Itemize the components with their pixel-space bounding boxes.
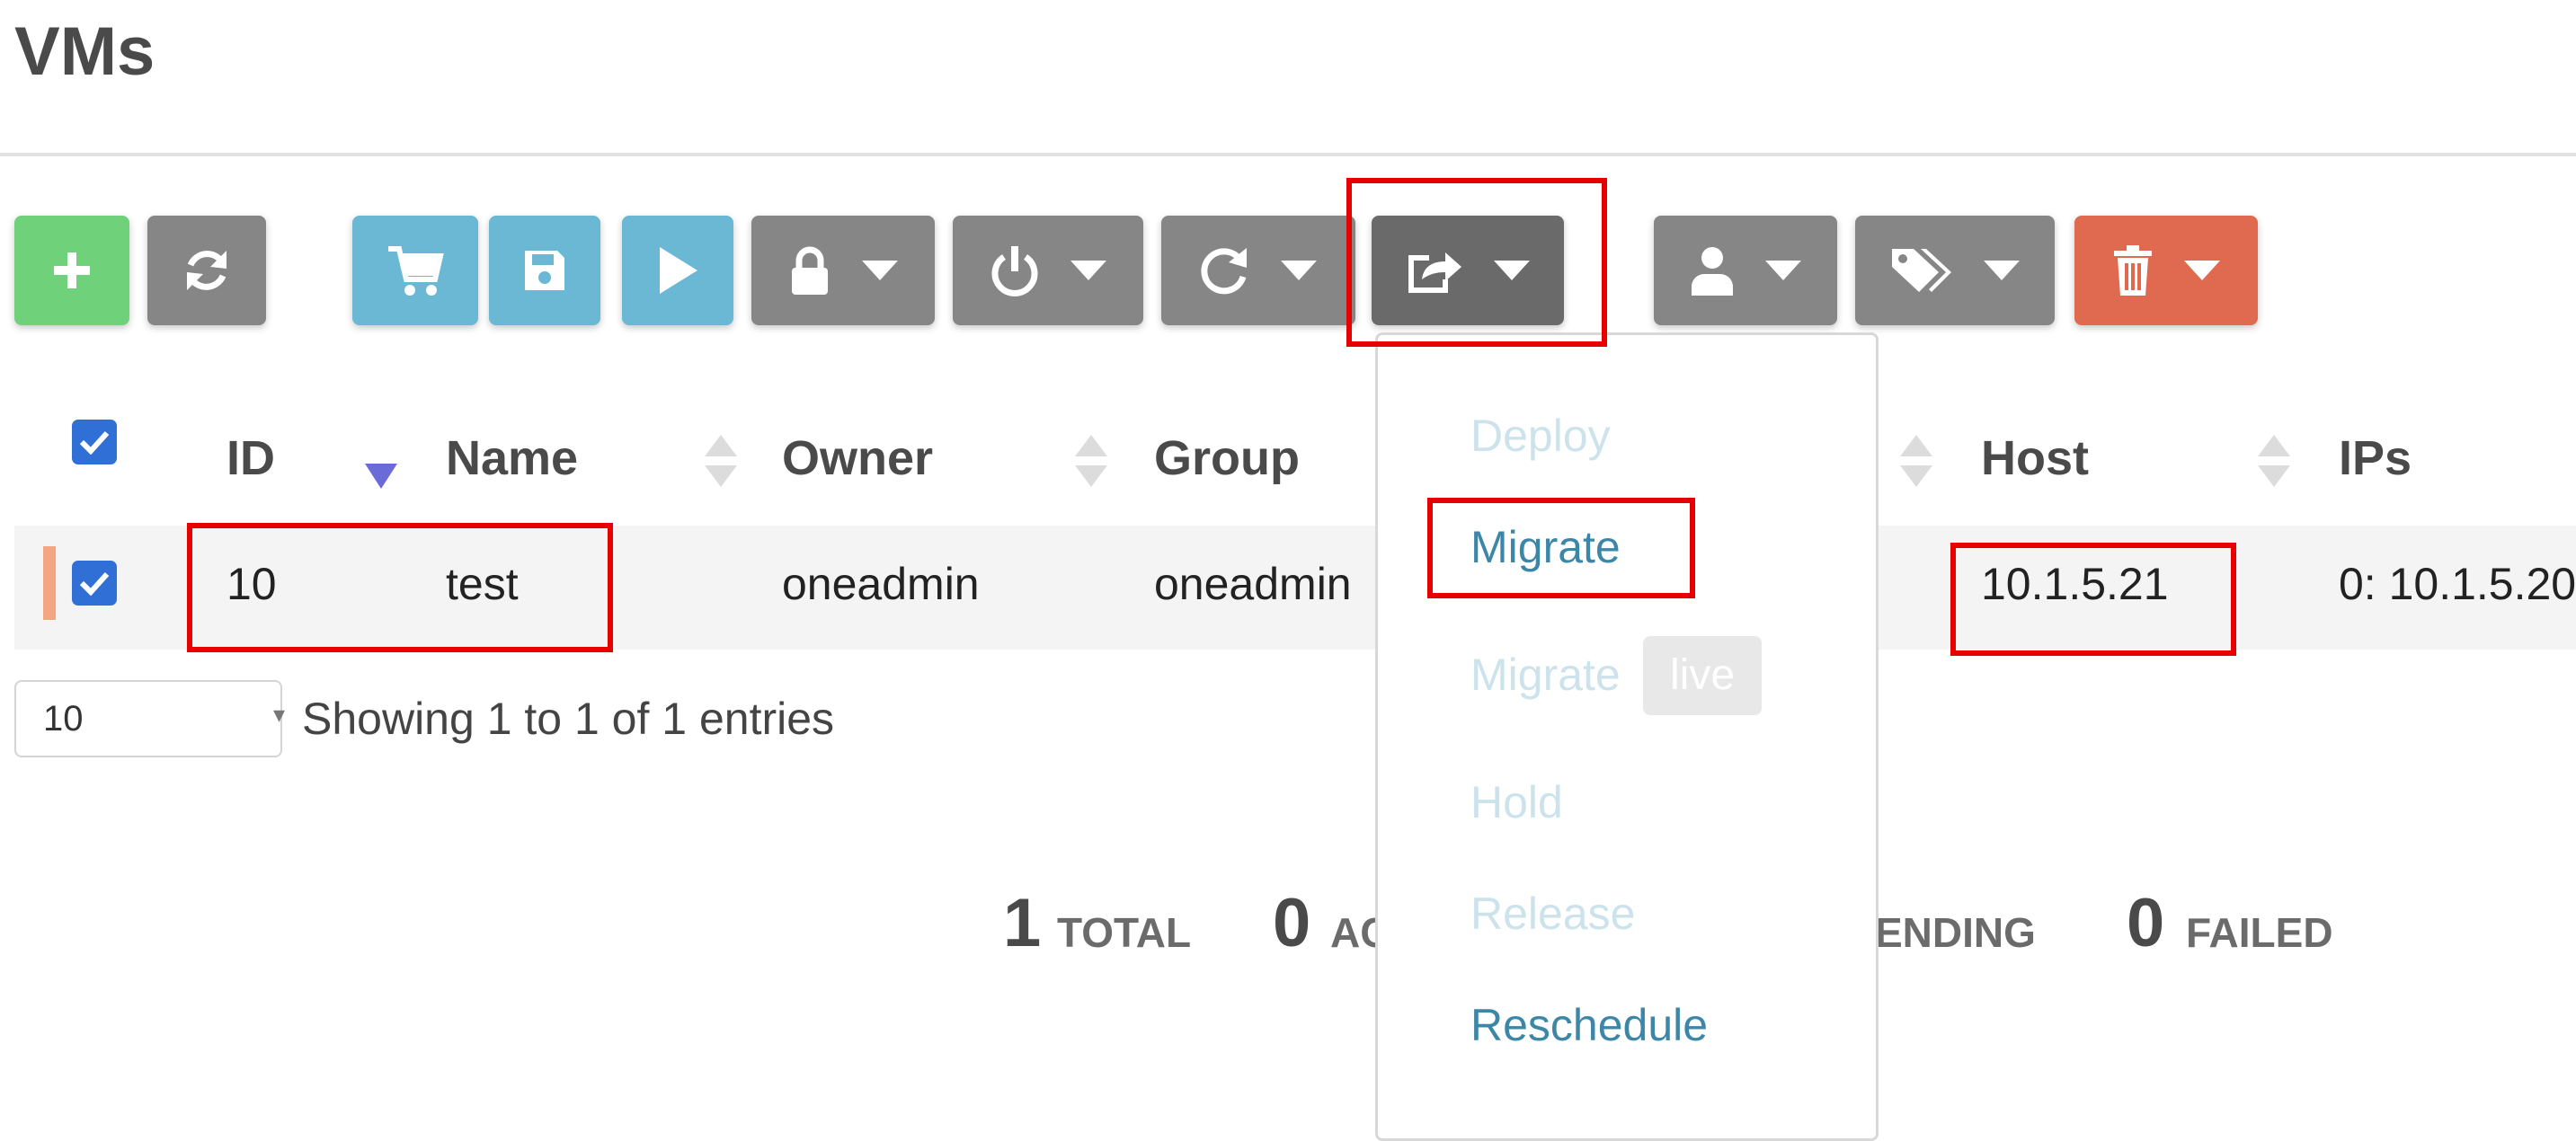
column-header-name[interactable]: Name (446, 422, 578, 494)
chevron-down-icon (1765, 261, 1801, 280)
sort-both-icon[interactable] (1075, 435, 1107, 489)
menu-item-deploy[interactable]: Deploy (1470, 404, 1611, 467)
column-header-ips[interactable]: IPs (2339, 422, 2412, 494)
stat-pending-label: ENDING (1875, 909, 2036, 956)
cart-icon (388, 246, 444, 296)
stat-failed-value: 0 (2127, 885, 2165, 961)
play-icon (660, 247, 697, 294)
menu-item-migrate-live[interactable]: Migrate (1470, 643, 1621, 706)
page-title: VMs (14, 13, 155, 90)
cell-ips: 0: 10.1.5.20 (2339, 559, 2576, 609)
column-header-group[interactable]: Group (1154, 422, 1300, 494)
plus-icon (54, 252, 90, 288)
delete-button[interactable] (2074, 216, 2258, 325)
sort-both-icon[interactable] (2258, 435, 2290, 489)
chevron-down-icon (1281, 261, 1317, 280)
save-button[interactable] (489, 216, 600, 325)
chevron-down-icon (1984, 261, 2020, 280)
cell-group: oneadmin (1154, 559, 1352, 609)
stat-active-value: 0 (1273, 885, 1311, 961)
menu-item-reschedule[interactable]: Reschedule (1470, 994, 1708, 1057)
stat-failed-label: FAILED (2186, 909, 2333, 956)
lock-button[interactable] (751, 216, 935, 325)
cell-owner: oneadmin (782, 559, 980, 609)
highlight-migrate-button (1346, 178, 1607, 347)
entries-info: Showing 1 to 1 of 1 entries (302, 694, 835, 744)
refresh-icon (187, 251, 227, 290)
sort-desc-icon[interactable] (365, 464, 397, 489)
sort-both-icon[interactable] (705, 435, 737, 489)
highlight-vm-row (187, 523, 613, 652)
highlight-migrate-item (1427, 498, 1695, 598)
power-button[interactable] (953, 216, 1143, 325)
highlight-host-cell (1950, 543, 2236, 656)
reboot-icon (1201, 248, 1247, 295)
chevron-down-icon: ▾ (273, 701, 286, 728)
column-header-id[interactable]: ID (227, 422, 275, 494)
row-checkbox[interactable] (72, 561, 117, 606)
stat-total-label: TOTAL (1057, 909, 1192, 956)
owner-button[interactable] (1654, 216, 1837, 325)
row-state-marker (43, 546, 56, 620)
reboot-button[interactable] (1161, 216, 1355, 325)
labels-button[interactable] (1855, 216, 2055, 325)
lock-icon (792, 246, 828, 295)
play-button[interactable] (622, 216, 733, 325)
select-all-checkbox[interactable] (72, 420, 117, 464)
column-header-host[interactable]: Host (1981, 422, 2089, 494)
trash-icon (2114, 245, 2152, 296)
sort-both-icon[interactable] (1900, 435, 1932, 489)
column-header-owner[interactable]: Owner (782, 422, 933, 494)
save-icon (525, 251, 564, 290)
chevron-down-icon (1070, 261, 1106, 280)
refresh-button[interactable] (147, 216, 266, 325)
power-icon (991, 246, 1038, 296)
menu-item-release[interactable]: Release (1470, 882, 1635, 945)
marketplace-button[interactable] (352, 216, 478, 325)
checkmark-icon (79, 430, 110, 455)
checkmark-icon (79, 571, 110, 596)
tags-icon (1892, 249, 1951, 292)
chevron-down-icon (2184, 261, 2220, 280)
create-button[interactable] (14, 216, 129, 325)
live-badge: live (1643, 636, 1762, 715)
user-icon (1692, 247, 1733, 296)
chevron-down-icon (862, 261, 898, 280)
page-size-select[interactable]: 10 (14, 680, 282, 757)
stat-total-value: 1 (1003, 885, 1042, 961)
title-divider (0, 153, 2576, 156)
menu-item-hold[interactable]: Hold (1470, 771, 1563, 834)
